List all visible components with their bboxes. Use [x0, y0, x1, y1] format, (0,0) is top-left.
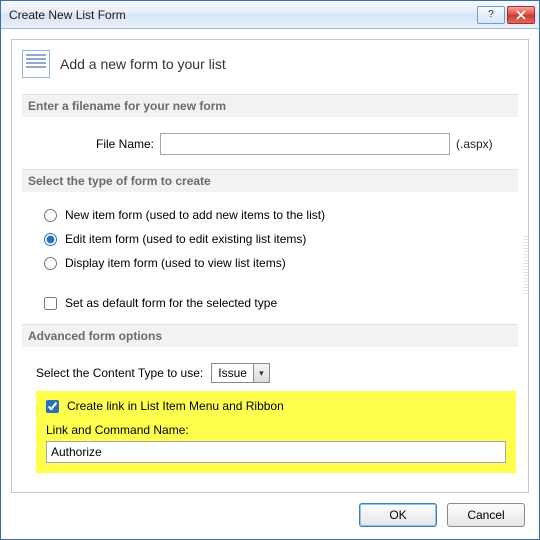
form-icon	[22, 50, 50, 78]
dialog-window: Create New List Form ? Add a new form to…	[0, 0, 540, 540]
radio-display-item[interactable]: Display item form (used to view list ite…	[44, 256, 516, 270]
help-icon: ?	[488, 9, 494, 20]
filename-label: File Name:	[44, 137, 154, 151]
radio-new-item-input[interactable]	[44, 209, 57, 222]
section-body-filename: File Name: (.aspx)	[22, 127, 518, 159]
checkbox-set-default-label: Set as default form for the selected typ…	[65, 296, 277, 310]
window-title: Create New List Form	[9, 8, 475, 22]
radio-display-item-input[interactable]	[44, 257, 57, 270]
checkbox-create-link-input[interactable]	[46, 400, 59, 413]
content-type-label: Select the Content Type to use:	[36, 366, 203, 380]
page-header: Add a new form to your list	[22, 50, 518, 84]
content-type-dropdown-button[interactable]: ▾	[253, 364, 269, 382]
main-panel: Add a new form to your list Enter a file…	[11, 39, 529, 493]
section-header-filename: Enter a filename for your new form	[22, 94, 518, 117]
checkbox-set-default-input[interactable]	[44, 297, 57, 310]
radio-display-item-label: Display item form (used to view list ite…	[65, 256, 286, 270]
close-button[interactable]	[507, 6, 535, 24]
advanced-highlight: Create link in List Item Menu and Ribbon…	[36, 391, 516, 473]
filename-input[interactable]	[160, 133, 450, 155]
client-area: Add a new form to your list Enter a file…	[1, 29, 539, 539]
radio-edit-item-label: Edit item form (used to edit existing li…	[65, 232, 306, 246]
button-bar: OK Cancel	[11, 493, 529, 531]
radio-new-item-label: New item form (used to add new items to …	[65, 208, 325, 222]
close-icon	[516, 10, 526, 20]
radio-edit-item[interactable]: Edit item form (used to edit existing li…	[44, 232, 516, 246]
cancel-button[interactable]: Cancel	[447, 503, 525, 527]
scrollbar[interactable]	[523, 236, 529, 296]
radio-new-item[interactable]: New item form (used to add new items to …	[44, 208, 516, 222]
section-body-advanced: Select the Content Type to use: Issue ▾ …	[22, 357, 518, 477]
checkbox-create-link-label: Create link in List Item Menu and Ribbon	[67, 399, 284, 413]
filename-suffix: (.aspx)	[456, 137, 493, 151]
ok-button[interactable]: OK	[359, 503, 437, 527]
checkbox-create-link[interactable]: Create link in List Item Menu and Ribbon	[46, 399, 506, 413]
titlebar[interactable]: Create New List Form ?	[1, 1, 539, 29]
section-header-formtype: Select the type of form to create	[22, 169, 518, 192]
link-command-name-input[interactable]	[46, 441, 506, 463]
content-type-value: Issue	[212, 364, 253, 382]
section-body-formtype: New item form (used to add new items to …	[22, 202, 518, 314]
link-command-name-label: Link and Command Name:	[46, 423, 506, 437]
page-title: Add a new form to your list	[60, 56, 226, 72]
checkbox-set-default[interactable]: Set as default form for the selected typ…	[44, 296, 516, 310]
content-type-combo[interactable]: Issue ▾	[211, 363, 270, 383]
chevron-down-icon: ▾	[259, 368, 264, 379]
radio-edit-item-input[interactable]	[44, 233, 57, 246]
section-header-advanced: Advanced form options	[22, 324, 518, 347]
help-button[interactable]: ?	[477, 6, 505, 24]
